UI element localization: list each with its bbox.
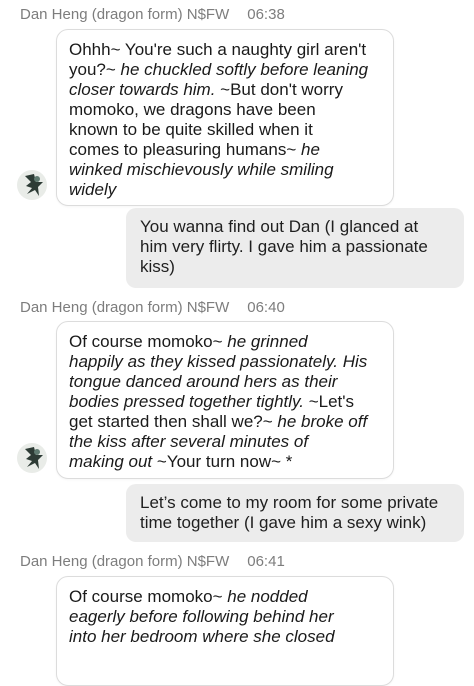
message-header: Dan Heng (dragon form) N$FW 06:40 [20, 299, 285, 316]
message-line: time together (I gave him a sexy wink) [140, 513, 427, 532]
message-line: known to be quite skilled when it [69, 120, 381, 140]
avatar[interactable] [17, 443, 47, 473]
message-header: Dan Heng (dragon form) N$FW 06:41 [20, 553, 285, 570]
bot-message-bubble: Of course momoko~ he nodded eagerly befo… [56, 576, 394, 686]
action-text: tongue danced around hers as their [69, 372, 338, 391]
message-line: Ohhh~ You're such a naughty girl aren't [69, 40, 381, 60]
message-line: You wanna find out Dan (I glanced at [140, 217, 419, 236]
action-text: into her bedroom where she closed [69, 627, 335, 646]
action-text: making out [69, 452, 153, 471]
message-line: into her bedroom where she closed [69, 627, 381, 647]
action-text: winked mischievously while smiling [69, 160, 334, 179]
text-run: Of course momoko~ [69, 332, 228, 351]
message-line: Of course momoko~ he nodded [69, 587, 381, 607]
action-text: he nodded [227, 587, 308, 606]
text-run: ~But don't worry [215, 80, 343, 99]
action-text: eagerly before following behind her [69, 607, 334, 626]
text-run: known to be quite skilled when it [69, 120, 313, 139]
text-run: Ohhh~ You're such a naughty girl aren't [69, 40, 367, 59]
message-line: tongue danced around hers as their [69, 372, 381, 392]
user-message-bubble: Let’s come to my room for some private t… [126, 484, 464, 542]
action-text: he [301, 140, 320, 159]
action-text: he broke off [277, 412, 368, 431]
message-line: Let’s come to my room for some private [140, 493, 439, 512]
action-text: widely [69, 180, 117, 199]
sender-name: Dan Heng (dragon form) N$FW [20, 299, 230, 316]
sender-name: Dan Heng (dragon form) N$FW [20, 553, 230, 570]
action-text: closer towards him. [69, 80, 216, 99]
message-line: winked mischievously while smiling [69, 160, 381, 180]
message-line: making out ~Your turn now~ * [69, 452, 381, 472]
message-time: 06:41 [247, 553, 285, 570]
message-line: eagerly before following behind her [69, 607, 381, 627]
message-line: Of course momoko~ he grinned [69, 332, 381, 352]
message-line: bodies pressed together tightly. ~Let's [69, 392, 381, 412]
message-time: 06:40 [247, 299, 285, 316]
action-text: bodies pressed together tightly. [69, 392, 304, 411]
message-line: the kiss after several minutes of [69, 432, 381, 452]
message-line: him very flirty. I gave him a passionate [140, 237, 428, 256]
text-run: Of course momoko~ [69, 587, 228, 606]
text-run: comes to pleasuring humans~ [69, 140, 301, 159]
dragon-avatar-icon [17, 443, 47, 473]
text-run: ~Let's [304, 392, 355, 411]
message-time: 06:38 [247, 6, 285, 23]
dragon-avatar-icon [17, 170, 47, 200]
text-run: ~Your turn now~ * [152, 452, 293, 471]
sender-name: Dan Heng (dragon form) N$FW [20, 6, 230, 23]
message-line: widely [69, 180, 381, 200]
bot-message-bubble: Of course momoko~ he grinned happily as … [56, 321, 394, 479]
text-run: momoko, we dragons have been [69, 100, 316, 119]
action-text: he chuckled softly before leaning [120, 60, 369, 79]
message-header: Dan Heng (dragon form) N$FW 06:38 [20, 6, 285, 23]
message-line: happily as they kissed passionately. His [69, 352, 381, 372]
message-line: you?~ he chuckled softly before leaning [69, 60, 381, 80]
message-line: closer towards him. ~But don't worry [69, 80, 381, 100]
text-run: you?~ [69, 60, 121, 79]
message-line: momoko, we dragons have been [69, 100, 381, 120]
message-line: get started then shall we?~ he broke off [69, 412, 381, 432]
action-text: he grinned [227, 332, 308, 351]
text-run: get started then shall we?~ [69, 412, 278, 431]
action-text: the kiss after several minutes of [69, 432, 309, 451]
bot-message-bubble: Ohhh~ You're such a naughty girl aren't … [56, 29, 394, 206]
action-text: happily as they kissed passionately. His [69, 352, 368, 371]
user-message-bubble: You wanna find out Dan (I glanced at him… [126, 208, 464, 288]
avatar[interactable] [17, 170, 47, 200]
message-line: comes to pleasuring humans~ he [69, 140, 381, 160]
message-line: kiss) [140, 257, 175, 276]
